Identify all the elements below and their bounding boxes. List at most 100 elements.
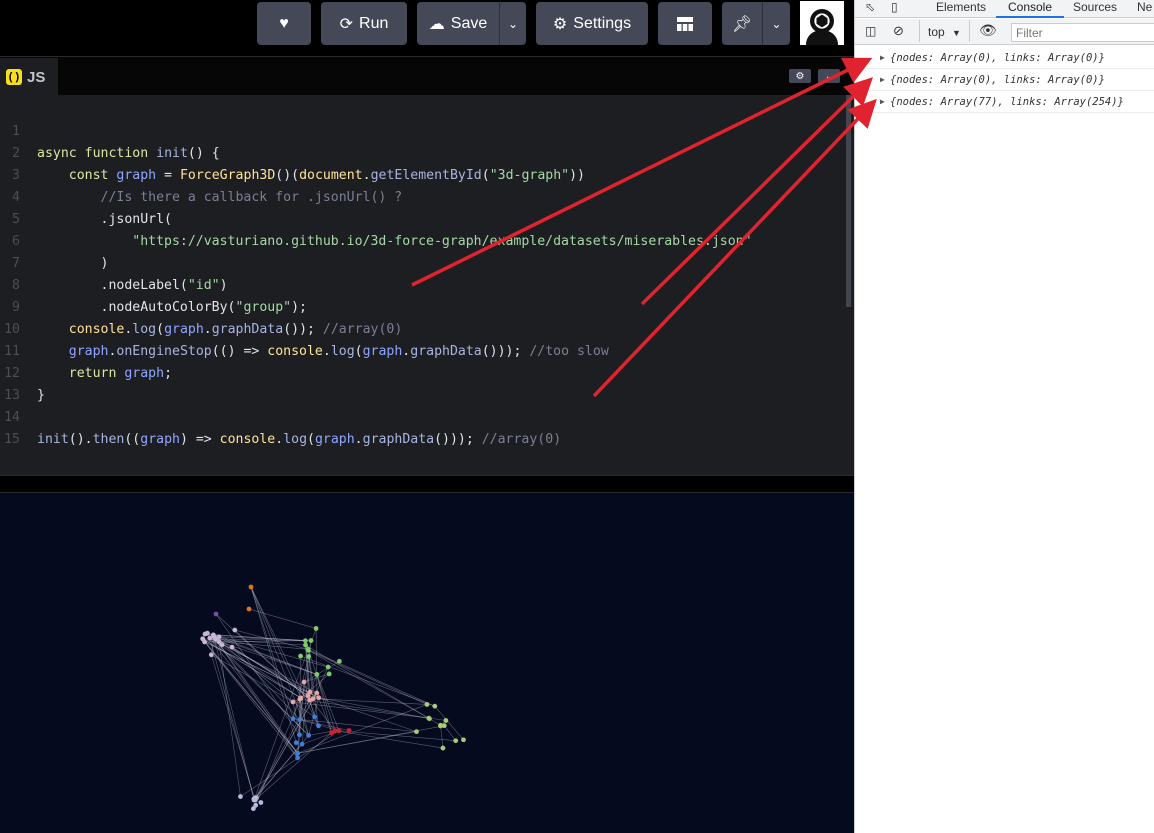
code-line: 4 .jsonUrl( (0, 165, 854, 227)
graph-node[interactable] (316, 695, 322, 701)
graph-node[interactable] (298, 653, 303, 659)
console-log-entry[interactable]: ▶ {nodes: Array(77), links: Array(254)} (855, 91, 1154, 113)
eye-icon[interactable]: 👁︎ (979, 22, 997, 39)
pane-resizer[interactable] (0, 475, 854, 493)
graph-node[interactable] (297, 717, 303, 723)
pin-dropdown-button[interactable]: ⌄ (763, 2, 790, 45)
graph-node[interactable] (301, 679, 307, 685)
settings-button[interactable]: ⚙ Settings (536, 2, 648, 45)
context-select[interactable]: top ▼ (928, 25, 961, 39)
graph-node[interactable] (290, 699, 296, 705)
expand-triangle-icon[interactable]: ▶ (880, 47, 885, 69)
graph-node[interactable] (443, 718, 449, 723)
graph-node[interactable] (426, 715, 432, 721)
graph-node[interactable] (346, 728, 352, 733)
code-line: 3 //Is there a callback for .jsonUrl() ? (0, 143, 854, 205)
graph-node[interactable] (232, 627, 238, 633)
graph-node[interactable] (314, 690, 320, 696)
graph-node[interactable] (414, 729, 419, 735)
expand-triangle-icon[interactable]: ▶ (880, 91, 885, 113)
console-toolbar: ◫ ⊘ top ▼ 👁︎ (855, 19, 1154, 45)
gear-icon: ⚙ (795, 70, 805, 82)
clear-console-icon[interactable]: ⊘ (893, 23, 904, 39)
editor-settings-button[interactable]: ⚙ (789, 69, 811, 83)
devtools-panel: ⬁ ▯ Elements Console Sources Ne ◫ ⊘ top … (854, 0, 1154, 833)
graph-node[interactable] (424, 702, 430, 707)
cloud-icon: ☁ (428, 15, 445, 33)
save-button[interactable]: ☁ Save (417, 2, 499, 45)
editor-collapse-button[interactable]: ⌄ (818, 69, 840, 83)
device-toggle-icon[interactable]: ▯ (891, 0, 898, 18)
force-graph-render[interactable] (0, 493, 854, 833)
graph-node[interactable] (312, 714, 318, 720)
graph-node[interactable] (297, 732, 302, 738)
console-log-entry[interactable]: ▶ {nodes: Array(0), links: Array(0)} (855, 69, 1154, 91)
graph-node[interactable] (313, 626, 319, 631)
graph-node[interactable] (306, 654, 312, 659)
chevron-down-icon: ⌄ (824, 70, 834, 82)
graph-node[interactable] (299, 741, 305, 747)
graph-node[interactable] (246, 606, 252, 612)
graph-node[interactable] (307, 697, 312, 703)
graph-node[interactable] (302, 638, 308, 644)
tab-network[interactable]: Ne (1137, 0, 1152, 18)
expand-triangle-icon[interactable]: ▶ (880, 69, 885, 91)
console-filter-input[interactable] (1011, 23, 1154, 42)
tab-console[interactable]: Console (996, 0, 1064, 18)
graph-node[interactable] (305, 646, 311, 652)
graph-node[interactable] (295, 755, 300, 761)
graph-node[interactable] (202, 631, 208, 637)
graph-node[interactable] (298, 695, 304, 701)
console-log-entry[interactable]: ▶ {nodes: Array(0), links: Array(0)} (855, 47, 1154, 69)
graph-node[interactable] (229, 644, 235, 650)
run-button[interactable]: ⟳ Run (321, 2, 407, 45)
graph-node[interactable] (290, 716, 296, 722)
code-editor[interactable]: 1 async function init() { 2 const graph … (0, 95, 854, 475)
graph-node[interactable] (295, 750, 301, 756)
graph-node[interactable] (213, 611, 219, 617)
graph-node[interactable] (293, 740, 299, 746)
graph-node[interactable] (432, 703, 438, 709)
graph-node[interactable] (308, 638, 314, 643)
graph-node[interactable] (202, 639, 207, 645)
change-view-button[interactable] (658, 2, 712, 45)
graph-node[interactable] (258, 800, 264, 805)
graph-link (444, 725, 456, 741)
tab-sources[interactable]: Sources (1073, 0, 1117, 18)
graph-node[interactable] (253, 802, 259, 808)
code-line: 8 .nodeAutoColorBy("group"); (0, 253, 854, 315)
graph-node[interactable] (306, 732, 312, 738)
graph-node[interactable] (238, 794, 243, 799)
console-prompt[interactable]: › (864, 113, 871, 127)
graph-node[interactable] (438, 722, 443, 728)
graph-node[interactable] (461, 737, 466, 743)
graph-node[interactable] (336, 658, 342, 664)
pin-button[interactable]: 📌︎ (722, 2, 762, 45)
graph-node[interactable] (329, 730, 334, 736)
result-preview[interactable] (0, 493, 854, 833)
avatar[interactable] (800, 1, 844, 45)
graph-node[interactable] (453, 738, 459, 744)
graph-node[interactable] (325, 664, 331, 670)
sidebar-toggle-icon[interactable]: ◫ (865, 24, 876, 38)
graph-node[interactable] (216, 634, 222, 640)
graph-link (315, 628, 318, 694)
graph-node[interactable] (316, 723, 321, 729)
graph-node[interactable] (307, 689, 313, 695)
graph-node[interactable] (314, 672, 320, 677)
avatar-image (800, 1, 844, 45)
graph-node[interactable] (210, 632, 216, 638)
graph-node[interactable] (208, 652, 214, 658)
graph-node[interactable] (303, 642, 308, 648)
graph-node[interactable] (219, 642, 225, 648)
graph-node[interactable] (251, 796, 257, 802)
save-dropdown-button[interactable]: ⌄ (500, 2, 526, 45)
editor-scrollbar[interactable] (846, 95, 851, 307)
graph-node[interactable] (440, 745, 446, 751)
graph-node[interactable] (248, 584, 254, 590)
inspect-icon[interactable]: ⬁ (865, 0, 875, 18)
tab-elements[interactable]: Elements (936, 0, 986, 18)
tab-js[interactable]: ( ) JS (0, 58, 58, 96)
graph-node[interactable] (326, 671, 332, 677)
like-button[interactable]: ♥ (257, 2, 311, 45)
